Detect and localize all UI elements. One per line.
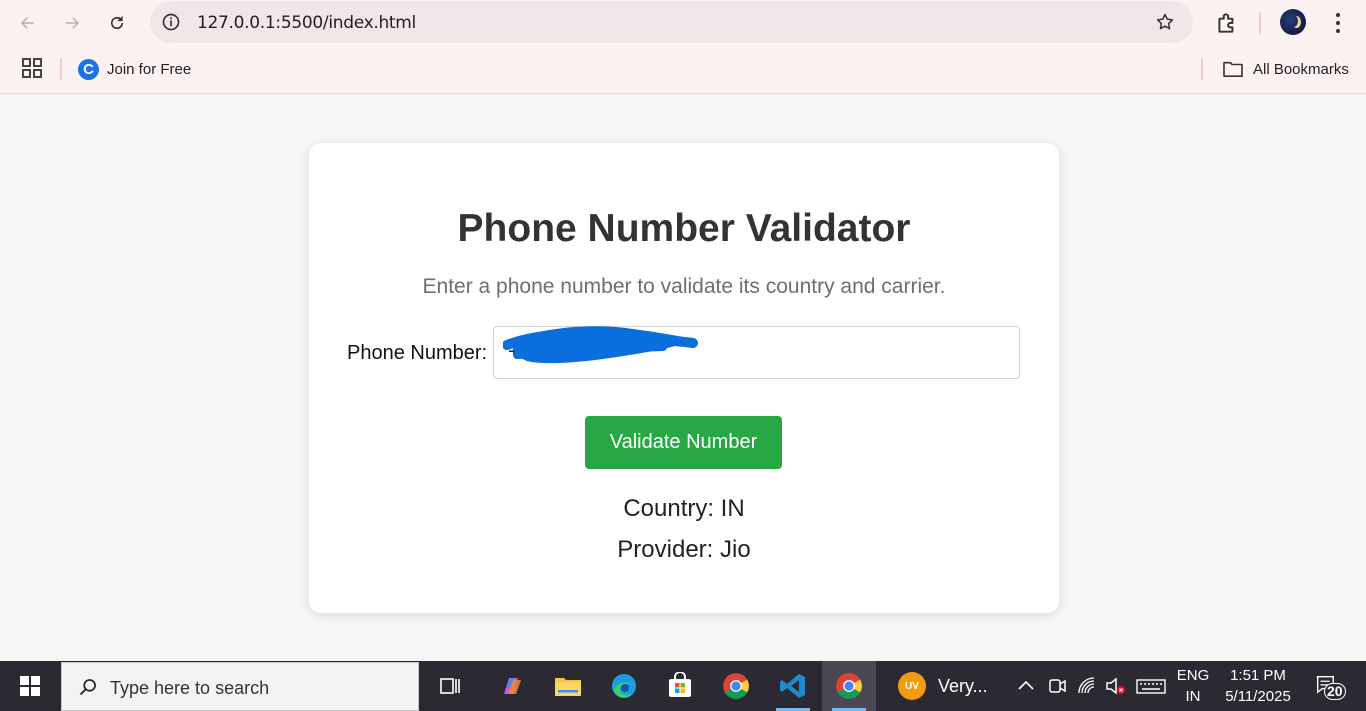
bookmark-label: Join for Free: [107, 60, 192, 78]
keyboard-icon[interactable]: [1136, 675, 1166, 697]
copilot-icon: [504, 678, 521, 694]
page-title: Phone Number Validator: [457, 207, 911, 250]
url-text[interactable]: 127.0.0.1:5500/index.html: [197, 13, 416, 33]
arrow-left-icon: [20, 17, 34, 29]
all-bookmarks-label: All Bookmarks: [1253, 60, 1349, 78]
copilot-button[interactable]: [485, 661, 539, 711]
page-subtitle: Enter a phone number to validate its cou…: [422, 275, 946, 298]
more-menu-icon[interactable]: [1330, 11, 1346, 35]
bookmarks-divider-right: [1201, 58, 1203, 80]
profile-avatar[interactable]: [1280, 9, 1306, 35]
bookmark-join-for-free[interactable]: C Join for Free: [78, 57, 191, 81]
task-view-icon: [440, 678, 460, 694]
provider-result: Provider: Jio: [617, 536, 751, 563]
vscode-icon: [780, 674, 805, 698]
vscode-button[interactable]: [766, 661, 820, 711]
extensions-icon[interactable]: [1214, 10, 1240, 36]
store-button[interactable]: [653, 661, 707, 711]
chrome-active-button[interactable]: [822, 661, 876, 711]
chrome-icon: [836, 673, 862, 699]
running-app-label: Very...: [938, 676, 988, 696]
start-button[interactable]: [0, 661, 60, 711]
notification-center-button[interactable]: 20: [1314, 673, 1348, 701]
validator-card: Phone Number Validator Enter a phone num…: [309, 143, 1059, 613]
edge-button[interactable]: [597, 661, 651, 711]
phone-number-input[interactable]: [493, 326, 1020, 379]
chrome-button[interactable]: [709, 661, 763, 711]
clock-date: 5/11/2025: [1225, 688, 1291, 705]
reload-button[interactable]: [102, 8, 132, 38]
folder-icon: [1223, 61, 1243, 78]
phone-number-label: Phone Number:: [347, 342, 488, 364]
microsoft-store-icon: [669, 672, 691, 697]
bookmarks-divider: [60, 58, 62, 80]
app-badge-icon: UV: [898, 672, 926, 700]
arrow-right-icon: [66, 17, 80, 29]
notification-count-badge: 20: [1324, 683, 1346, 700]
coursera-logo-icon: C: [78, 58, 99, 80]
apps-grid-icon[interactable]: [22, 58, 42, 78]
windows-taskbar: Type here to search UV Very... ENG IN 1:…: [0, 661, 1366, 711]
clock-time: 1:51 PM: [1230, 667, 1286, 684]
folder-icon: [555, 678, 581, 696]
bookmarks-bar: C Join for Free All Bookmarks: [0, 46, 1366, 94]
toolbar-divider: [1259, 12, 1261, 34]
meet-now-icon[interactable]: [1046, 675, 1068, 697]
file-explorer-button[interactable]: [541, 661, 595, 711]
volume-muted-icon[interactable]: [1104, 675, 1126, 697]
windows-logo-icon: [20, 676, 40, 696]
region-code: IN: [1185, 688, 1201, 705]
forward-button[interactable]: [57, 8, 87, 38]
back-button[interactable]: [13, 8, 43, 38]
site-info-icon[interactable]: [161, 12, 181, 32]
clock[interactable]: 1:51 PM 5/11/2025: [1218, 667, 1298, 705]
search-placeholder: Type here to search: [110, 678, 270, 698]
chevron-up-icon[interactable]: [1015, 675, 1037, 697]
task-view-button[interactable]: [423, 661, 477, 711]
network-icon[interactable]: [1076, 675, 1098, 697]
edge-browser-icon: [612, 674, 636, 698]
browser-toolbar: 127.0.0.1:5500/index.html: [0, 0, 1366, 46]
validate-number-button[interactable]: Validate Number: [585, 416, 782, 469]
country-result: Country: IN: [623, 495, 745, 522]
address-bar[interactable]: 127.0.0.1:5500/index.html: [150, 1, 1193, 43]
chrome-icon: [723, 673, 749, 699]
language-indicator[interactable]: ENG IN: [1174, 667, 1212, 705]
bookmark-star-icon[interactable]: [1155, 12, 1175, 32]
all-bookmarks-button[interactable]: All Bookmarks: [1222, 57, 1349, 81]
language-code: ENG: [1176, 667, 1210, 684]
reload-icon: [110, 16, 124, 30]
taskbar-search-box[interactable]: Type here to search: [61, 662, 419, 711]
search-icon: [79, 679, 96, 696]
